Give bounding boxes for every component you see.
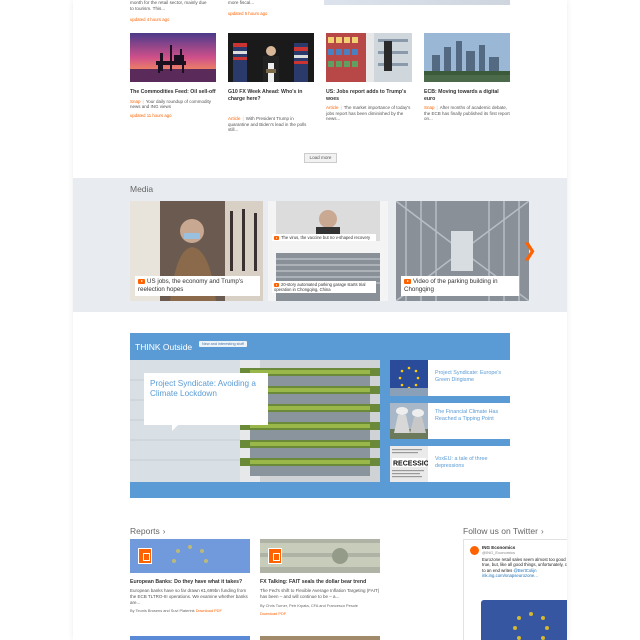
feature-caption[interactable]: Project Syndicate: Avoiding a Climate Lo…	[144, 373, 268, 431]
tweet-image[interactable]	[481, 600, 567, 640]
think-item[interactable]: The Financial Climate Has Reached a Tipp…	[390, 403, 510, 439]
news-card[interactable]: ECB: Moving towards a digital euro Snap |…	[424, 33, 510, 133]
news-meta: Article | With President Trump in quaranti…	[228, 116, 307, 133]
tweet-handle[interactable]: @ING_Economics	[482, 550, 515, 555]
svg-text:RECESSION: RECESSION	[393, 461, 428, 468]
news-card[interactable]: G10 FX Week Ahead: Who's in charge here?…	[228, 33, 314, 133]
report-image[interactable]	[260, 539, 380, 573]
top-left-snippet: month for the retail sector, mainly due …	[130, 0, 220, 23]
top-mid-snippet: more fiscal... updated 5 hours ago	[228, 0, 318, 17]
updated-label: updated 5 hours ago	[228, 11, 268, 16]
load-more-button[interactable]: Load more	[304, 153, 337, 163]
shop-shelves-image[interactable]	[326, 33, 412, 82]
twitter-heading[interactable]: Follow us on Twitter ›	[463, 526, 544, 536]
think-item-title[interactable]: The Financial Climate Has Reached a Tipp…	[435, 409, 507, 423]
think-item-title[interactable]: Project Syndicate: Europe's Green Dirigi…	[435, 370, 507, 384]
report-title[interactable]: FX Talking: FAIT seals the dollar bear t…	[260, 579, 380, 585]
pdf-icon	[138, 548, 152, 564]
report-image[interactable]	[130, 636, 250, 640]
recession-newspaper-image: RECESSION	[390, 446, 428, 482]
think-item[interactable]: RECESSION VoxEU: a tale of three depress…	[390, 446, 510, 482]
report-card[interactable]: European Banks: Do they have what it tak…	[130, 539, 250, 613]
report-image[interactable]	[260, 636, 380, 640]
think-item-title[interactable]: VoxEU: a tale of three depressions	[435, 456, 507, 470]
updated-label: updated 4 hours ago	[130, 17, 170, 22]
press-conference-image[interactable]	[228, 33, 314, 82]
chevron-right-icon[interactable]: ❯	[522, 241, 537, 259]
media-tile[interactable]: US jobs, the economy and Trump's reelect…	[130, 201, 263, 301]
reports-heading[interactable]: Reports ›	[130, 526, 165, 536]
chevron-right-icon: ›	[162, 527, 166, 536]
news-title[interactable]: G10 FX Week Ahead: Who's in charge here?	[228, 89, 314, 102]
media-section: Media US jobs, the economy and Trump's r…	[73, 178, 567, 312]
play-icon	[274, 236, 279, 240]
media-caption[interactable]: US jobs, the economy and Trump's reelect…	[135, 276, 260, 296]
updated-label: updated 11 hours ago	[130, 112, 172, 118]
news-meta: Article | The market importance of today's…	[326, 105, 411, 122]
think-title: THINK Outside	[135, 342, 193, 352]
media-heading: Media	[130, 184, 154, 194]
eu-flag-image	[390, 360, 428, 396]
think-item[interactable]: Project Syndicate: Europe's Green Dirigi…	[390, 360, 510, 396]
report-image[interactable]	[130, 539, 250, 573]
page: month for the retail sector, mainly due …	[73, 0, 567, 640]
report-title[interactable]: European Banks: Do they have what it tak…	[130, 579, 250, 585]
think-badge: New and interesting stuff	[199, 341, 247, 347]
tweet-card[interactable]: ING Economics @ING_Economics ▸ Eurozone …	[463, 539, 567, 640]
media-caption[interactable]: Video of the parking building in Chongqi…	[401, 276, 519, 296]
top-card-image[interactable]	[324, 0, 510, 5]
news-title[interactable]: ECB: Moving towards a digital euro	[424, 89, 510, 102]
report-byline: By Chris Turner, Petr Krpata, CFA and Fr…	[260, 602, 358, 608]
play-icon	[138, 279, 145, 284]
news-meta: Snap | Your daily roundup of commodity new…	[130, 98, 212, 110]
city-skyline-image[interactable]	[424, 33, 510, 82]
report-download: Download PDF	[260, 611, 380, 616]
news-title[interactable]: US: Jobs report adds to Trump's woes	[326, 89, 412, 102]
media-caption[interactable]: 20-story automated parking garage starts…	[272, 281, 376, 294]
download-pdf-link[interactable]: Download PDF	[260, 611, 286, 616]
media-caption[interactable]: The virus, the vaccine but no v-shaped r…	[272, 234, 376, 242]
report-desc: European banks have so far drawn €1,699b…	[130, 588, 248, 605]
download-pdf-link[interactable]: Download PDF	[196, 608, 222, 613]
report-card[interactable]: FX Talking: FAIT seals the dollar bear t…	[260, 539, 380, 616]
cooling-towers-image	[390, 403, 428, 439]
news-card[interactable]: US: Jobs report adds to Trump's woes Art…	[326, 33, 412, 133]
chevron-right-icon: ›	[540, 527, 544, 536]
report-desc: The Fed's shift to Flexible Average Infl…	[260, 588, 380, 599]
pdf-icon	[268, 548, 282, 564]
news-title[interactable]: The Commodities Feed: Oil sell-off	[130, 89, 216, 96]
play-icon	[404, 279, 411, 284]
news-row: The Commodities Feed: Oil sell-off Snap |…	[130, 33, 510, 133]
think-feature[interactable]: Project Syndicate: Avoiding a Climate Lo…	[130, 360, 380, 482]
media-tile[interactable]: The virus, the vaccine but no v-shaped r…	[268, 201, 388, 301]
media-tile[interactable]: Video of the parking building in Chongqi…	[396, 201, 529, 301]
avatar[interactable]	[470, 546, 479, 555]
tweet-text: Eurozone retail sales seem almost too go…	[482, 557, 567, 579]
play-icon	[274, 283, 279, 287]
report-byline: By Teunis Brosens and Suvi Platerink Dow…	[130, 608, 222, 614]
news-card[interactable]: The Commodities Feed: Oil sell-off Snap |…	[130, 33, 216, 133]
think-outside-panel: THINK Outside New and interesting stuff …	[130, 333, 510, 498]
oil-rig-image[interactable]	[130, 33, 216, 82]
news-meta: Snap | After months of academic debate, th…	[424, 105, 510, 122]
